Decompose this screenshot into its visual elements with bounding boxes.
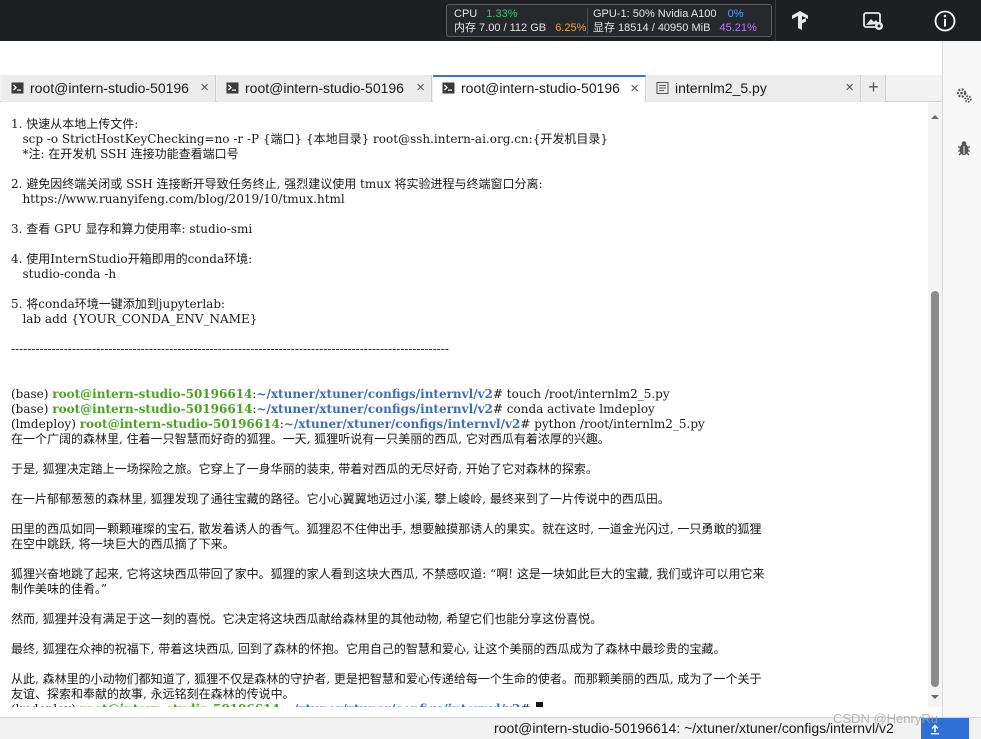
monitor-divider <box>587 8 588 34</box>
story-line: 于是, 狐狸决定踏上一场探险之旅。它穿上了一身华丽的装束, 带着对西瓜的无尽好奇… <box>11 462 598 476</box>
prompt-cmd: # <box>520 702 534 707</box>
tab-label: root@intern-studio-50196 <box>245 80 404 96</box>
prompt-user: root@intern-studio-50196614 <box>52 387 253 401</box>
prompt-env: (base) <box>11 387 53 401</box>
terminal-line: lab add {YOUR_CONDA_ENV_NAME} <box>11 312 258 326</box>
image-settings-icon[interactable] <box>861 9 885 33</box>
story-line: 从此, 森林里的小动物们都知道了, 狐狸不仅是森林的守护者, 更是把智慧和爱心传… <box>11 672 762 686</box>
terminal-icon <box>11 82 24 94</box>
story-line: 友谊、探索和奉献的故事, 永远铭刻在森林的传说中。 <box>11 687 295 701</box>
tab-terminal-3[interactable]: root@intern-studio-50196 × <box>433 75 646 102</box>
prompt-cmd: # touch /root/internlm2_5.py <box>492 387 670 401</box>
cpu-label: CPU <box>454 8 478 20</box>
terminal-prompt-line: (lmdeploy) root@intern-studio-50196614:~… <box>11 417 705 432</box>
add-tab-button[interactable]: + <box>862 75 886 102</box>
top-bar: CPU 1.33% 内存 7.00 / 112 GB 6.25% GPU-1: … <box>0 0 981 41</box>
terminal-scrollbar[interactable] <box>928 103 942 707</box>
terminal-line: studio-conda -h <box>11 267 117 281</box>
terminal-prompt-line: (base) root@intern-studio-50196614:~/xtu… <box>11 387 670 402</box>
tensorflow-icon[interactable] <box>788 9 812 33</box>
tab-strip: root@intern-studio-50196 × root@intern-s… <box>0 75 942 102</box>
tab-file-internlm2[interactable]: internlm2_5.py × <box>647 75 861 102</box>
prompt-path: ~/xtuner/xtuner/configs/internvl/v2 <box>284 702 520 707</box>
tab-label: root@intern-studio-50196 <box>30 80 189 96</box>
file-icon <box>656 82 669 94</box>
story-line: 在一片郁郁葱葱的森林里, 狐狸发现了通往宝藏的路径。它小心翼翼地迈过小溪, 攀上… <box>11 492 670 506</box>
terminal-active-prompt: (lmdeploy) root@intern-studio-50196614:~… <box>11 702 544 707</box>
story-line: 最终, 狐狸在众神的祝福下, 带着这块西瓜, 回到了森林的怀抱。它用自己的智慧和… <box>11 642 726 656</box>
memory-usage: 内存 7.00 / 112 GB <box>454 22 547 34</box>
prompt-user: root@intern-studio-50196614 <box>52 402 253 416</box>
info-icon[interactable] <box>933 9 957 33</box>
watermark-text: CSDN @HenryRu <box>833 711 938 726</box>
tab-close-button[interactable]: × <box>630 77 639 100</box>
settings-gears-icon[interactable] <box>955 86 973 104</box>
terminal-line: ----------------------------------------… <box>11 342 449 356</box>
terminal-line: 1. 快速从本地上传文件: <box>11 117 139 131</box>
terminal-line: 3. 查看 GPU 显存和算力使用率: studio-smi <box>11 222 253 236</box>
prompt-path: ~/xtuner/xtuner/configs/internvl/v2 <box>256 387 493 401</box>
prompt-cmd: # conda activate lmdeploy <box>492 402 655 416</box>
tab-terminal-2[interactable]: root@intern-studio-50196 × <box>217 75 432 102</box>
terminal-output[interactable]: 1. 快速从本地上传文件: scp -o StrictHostKeyChecki… <box>0 103 928 707</box>
story-line: 在空中跳跃, 将一块巨大的西瓜摘了下来。 <box>11 537 235 551</box>
story-line: 然而, 狐狸并没有满足于这一刻的喜悦。它决定将这块西瓜献给森林里的其他动物, 希… <box>11 612 603 626</box>
prompt-path: ~/xtuner/xtuner/configs/internvl/v2 <box>256 402 493 416</box>
terminal-line: 2. 避免因终端关闭或 SSH 连接断开导致任务终止, 强烈建议使用 tmux … <box>11 177 543 191</box>
tab-label: root@intern-studio-50196 <box>461 80 620 96</box>
terminal-icon <box>226 82 239 94</box>
vram-usage: 显存 18514 / 40950 MiB <box>593 22 711 34</box>
tab-close-button[interactable]: × <box>845 75 854 101</box>
cpu-percent: 1.33% <box>486 8 518 20</box>
resource-monitor[interactable]: CPU 1.33% 内存 7.00 / 112 GB 6.25% GPU-1: … <box>446 4 772 37</box>
topbar-divider <box>775 0 776 41</box>
terminal-cursor <box>536 702 544 707</box>
right-tool-strip <box>942 41 981 717</box>
tab-label: internlm2_5.py <box>675 80 767 96</box>
vram-percent: 45.21% <box>719 22 757 34</box>
terminal-line: https://www.ruanyifeng.com/blog/2019/10/… <box>11 192 345 206</box>
terminal-line: scp -o StrictHostKeyChecking=no -r -P {端… <box>11 132 608 146</box>
scroll-down-icon[interactable] <box>928 691 942 703</box>
terminal-icon <box>442 82 455 94</box>
gpu-percent: 0% <box>727 8 744 20</box>
prompt-path: ~/xtuner/xtuner/configs/internvl/v2 <box>283 417 521 431</box>
terminal-prompt-line: (base) root@intern-studio-50196614:~/xtu… <box>11 402 655 417</box>
story-line: 田里的西瓜如同一颗颗璀璨的宝石, 散发着诱人的香气。狐狸忍不住伸出手, 想要触摸… <box>11 522 762 536</box>
tab-terminal-1[interactable]: root@intern-studio-50196 × <box>2 75 216 102</box>
prompt-env: (lmdeploy) <box>11 702 80 707</box>
scroll-up-icon[interactable] <box>928 111 942 123</box>
memory-percent: 6.25% <box>555 22 587 34</box>
story-line: 狐狸兴奋地跳了起来, 它将这块西瓜带回了家中。狐狸的家人看到这块大西瓜, 不禁感… <box>11 567 765 581</box>
terminal-line: *注: 在开发机 SSH 连接功能查看端口号 <box>11 147 239 161</box>
prompt-cmd: # python /root/internlm2_5.py <box>520 417 705 431</box>
terminal-line: 5. 将conda环境一键添加到jupyterlab: <box>11 297 226 311</box>
prompt-env: (lmdeploy) <box>11 417 80 431</box>
terminal-line: 4. 使用InternStudio开箱即用的conda环境: <box>11 252 253 266</box>
story-line: 在一个广阔的森林里, 住着一只智慧而好奇的狐狸。一天, 狐狸听说有一只美丽的西瓜… <box>11 432 610 446</box>
prompt-user: root@intern-studio-50196614 <box>80 702 280 707</box>
scrollbar-thumb[interactable] <box>931 291 939 687</box>
tab-close-button[interactable]: × <box>416 75 425 101</box>
tab-close-button[interactable]: × <box>200 75 209 101</box>
bug-icon[interactable] <box>955 139 973 157</box>
gpu-label: GPU-1: 50% Nvidia A100 <box>593 8 717 20</box>
story-line: 制作美味的佳肴。” <box>11 582 108 596</box>
prompt-user: root@intern-studio-50196614 <box>79 417 280 431</box>
prompt-env: (base) <box>11 402 53 416</box>
